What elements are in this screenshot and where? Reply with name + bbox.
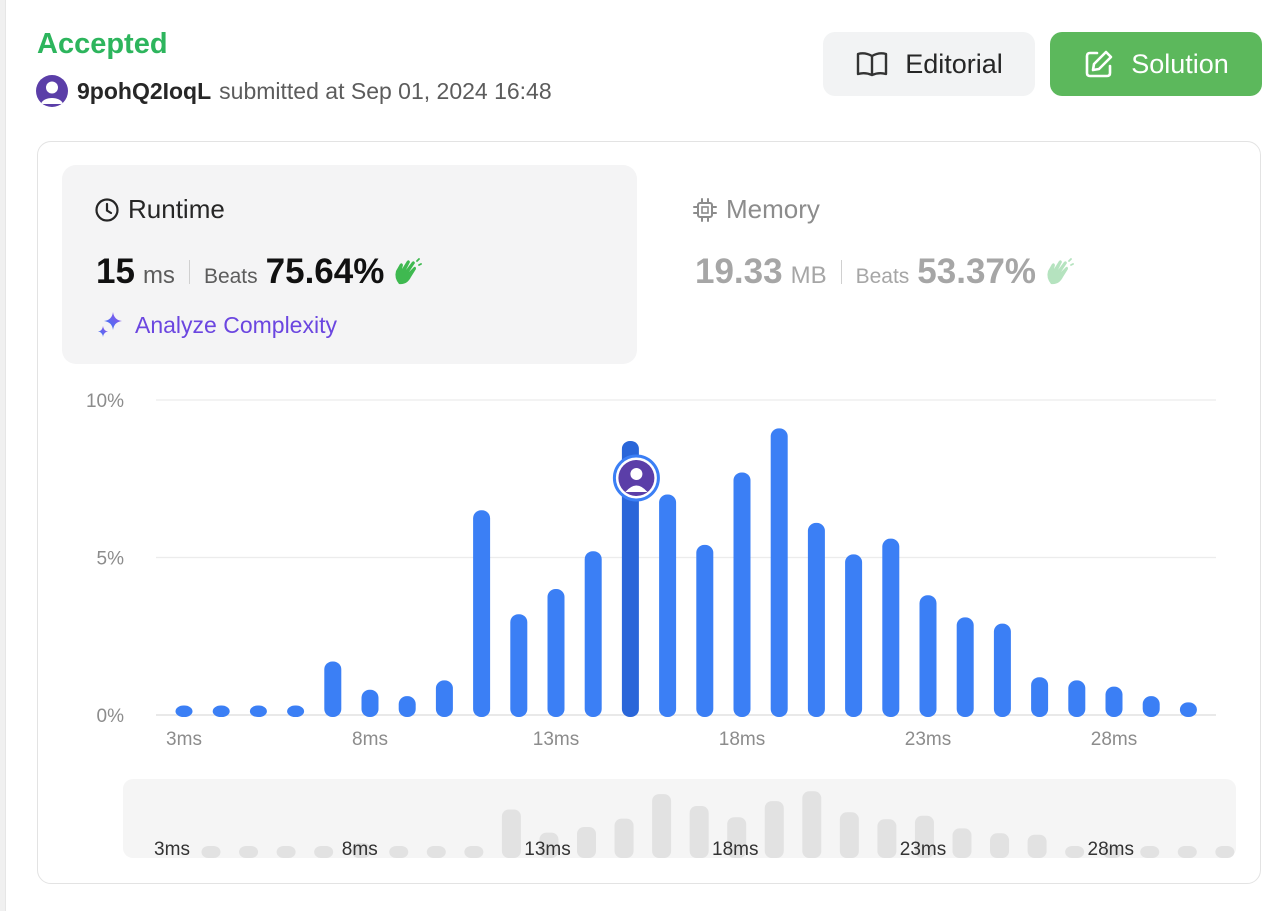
runtime-bar[interactable] xyxy=(473,510,491,717)
overview-bar xyxy=(501,809,521,858)
runtime-bar[interactable] xyxy=(1179,702,1197,717)
overview-bar xyxy=(239,846,259,858)
overview-bar xyxy=(426,846,446,858)
runtime-bar[interactable] xyxy=(547,589,565,717)
runtime-bar[interactable] xyxy=(361,689,379,717)
overview-bar xyxy=(764,801,784,858)
overview-bar xyxy=(389,846,409,858)
overview-bar xyxy=(652,794,672,858)
overview-bar xyxy=(802,791,822,858)
overview-bar xyxy=(577,827,596,858)
overview-bar xyxy=(276,846,296,858)
overview-bar xyxy=(201,846,221,858)
overview-bar xyxy=(877,819,897,858)
runtime-bar[interactable] xyxy=(919,595,937,717)
runtime-bar[interactable] xyxy=(807,522,825,717)
x-tick-label: 23ms xyxy=(905,729,951,750)
runtime-bar[interactable] xyxy=(1068,680,1086,717)
overview-bar xyxy=(839,812,859,858)
runtime-bar[interactable] xyxy=(1142,696,1160,717)
overview-tick-label: 13ms xyxy=(524,839,570,860)
overview-tick-label: 23ms xyxy=(900,839,946,860)
x-tick-label: 8ms xyxy=(352,729,388,750)
runtime-bar[interactable] xyxy=(993,623,1011,717)
runtime-bar[interactable] xyxy=(1105,686,1123,717)
runtime-bar[interactable] xyxy=(770,428,788,717)
overview-tick-label: 28ms xyxy=(1088,839,1134,860)
user-marker-icon-head xyxy=(630,468,643,480)
overview-bar xyxy=(614,818,634,858)
overview-bar xyxy=(464,846,484,858)
runtime-bar[interactable] xyxy=(287,705,305,717)
runtime-bar[interactable] xyxy=(882,538,900,717)
overview-tick-label: 8ms xyxy=(342,839,378,860)
overview-bar xyxy=(1140,846,1160,858)
x-tick-label: 28ms xyxy=(1091,729,1137,750)
runtime-bar[interactable] xyxy=(845,554,863,717)
runtime-bar[interactable] xyxy=(956,617,974,717)
y-tick-label: 0% xyxy=(97,706,125,727)
overview-bar xyxy=(1065,846,1085,858)
overview-bar xyxy=(1215,846,1235,858)
runtime-bar[interactable] xyxy=(435,680,453,717)
y-tick-label: 5% xyxy=(97,549,125,570)
overview-tick-label: 18ms xyxy=(712,839,758,860)
runtime-bar[interactable] xyxy=(324,661,342,717)
y-tick-label: 10% xyxy=(86,391,124,412)
runtime-bar[interactable] xyxy=(398,696,416,717)
overview-bar xyxy=(1027,834,1047,858)
runtime-bar[interactable] xyxy=(175,705,193,717)
x-tick-label: 3ms xyxy=(166,729,202,750)
runtime-bar[interactable] xyxy=(659,494,677,718)
overview-bar xyxy=(1177,846,1197,858)
overview-bar xyxy=(990,833,1010,858)
overview-tick-label: 3ms xyxy=(154,839,190,860)
x-tick-label: 18ms xyxy=(719,729,765,750)
overview-bar xyxy=(314,846,334,858)
runtime-bar[interactable] xyxy=(249,705,267,717)
x-tick-label: 13ms xyxy=(533,729,579,750)
runtime-bar[interactable] xyxy=(696,544,714,717)
overview-bar xyxy=(689,806,709,858)
runtime-bar[interactable] xyxy=(1031,677,1049,717)
runtime-bar[interactable] xyxy=(584,551,602,717)
runtime-bar[interactable] xyxy=(212,705,230,717)
overview-bar xyxy=(952,828,972,858)
runtime-bar[interactable] xyxy=(733,472,751,717)
runtime-distribution-chart[interactable]: 0% 5% 10% 3ms 8ms 13ms 18ms 23ms 28ms 3ms 8ms 13ms 1… xyxy=(0,0,1280,911)
runtime-bar[interactable] xyxy=(510,614,528,717)
